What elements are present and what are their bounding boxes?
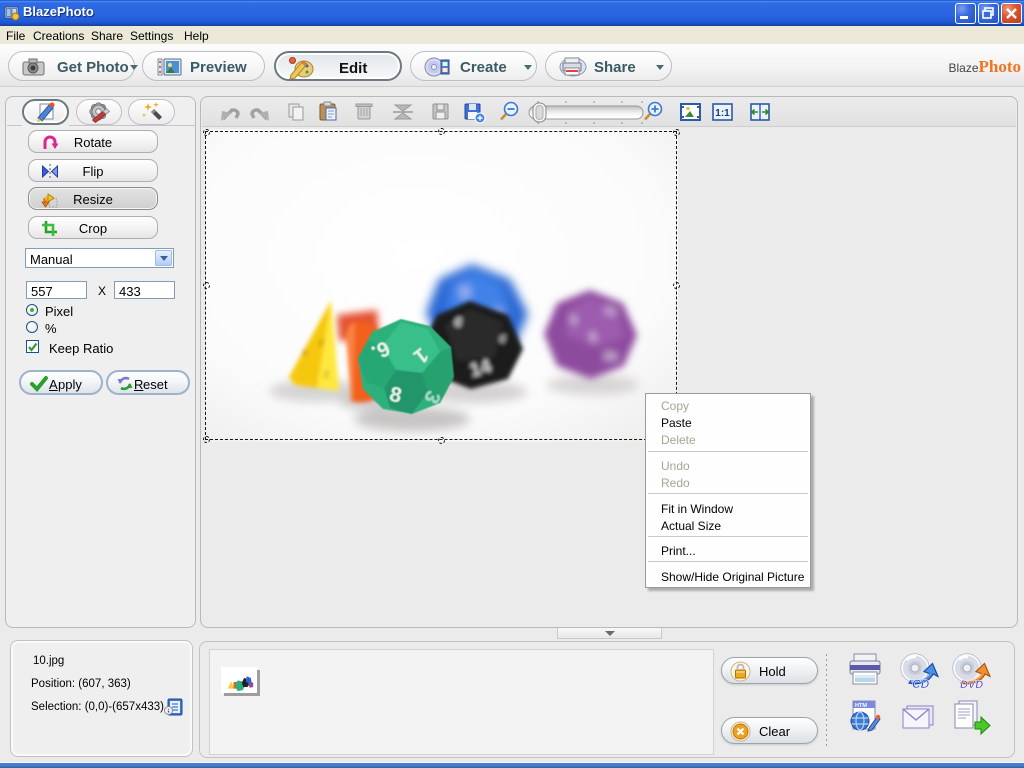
- svg-text:1:1: 1:1: [715, 108, 730, 119]
- svg-text:CD: CD: [912, 677, 930, 690]
- svg-text:HTM: HTM: [855, 703, 867, 709]
- svg-text:DVD: DVD: [960, 679, 983, 690]
